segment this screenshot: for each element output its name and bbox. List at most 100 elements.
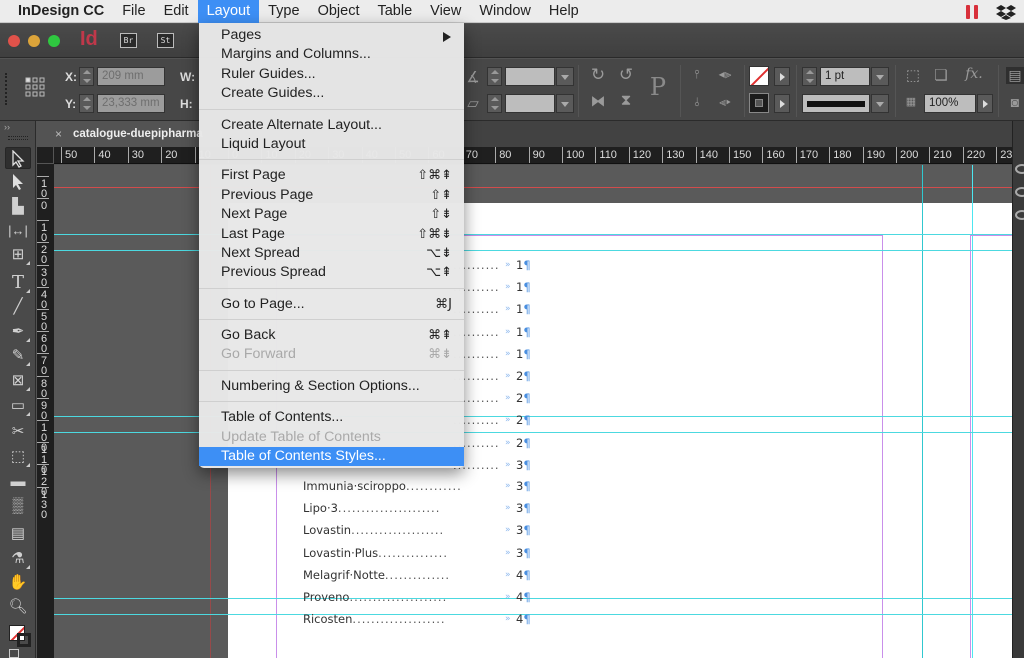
shear-dropdown[interactable]	[556, 94, 574, 113]
menu-item-previous-page[interactable]: Previous Page ⇧⇞	[199, 186, 464, 205]
opacity-field[interactable]: 100%	[924, 94, 976, 113]
stroke-type-dropdown[interactable]	[871, 94, 889, 113]
text-wrap-icon[interactable]: ◙	[1006, 94, 1024, 110]
rotate-field[interactable]	[505, 67, 555, 86]
ruler-origin[interactable]	[37, 147, 54, 164]
rotate-stepper[interactable]	[487, 67, 502, 86]
rotate-cw-icon[interactable]: ↻	[588, 65, 608, 85]
menu-item-create-guides[interactable]: Create Guides...	[199, 84, 464, 103]
menu-item-table-of-contents-styles[interactable]: Table of Contents Styles...	[199, 447, 464, 467]
gradient-swatch-tool-icon[interactable]: ▬	[5, 471, 31, 493]
select-content-icon[interactable]: ⫰	[688, 95, 706, 110]
toc-entry[interactable]: Lovastin....................» 3¶	[303, 523, 543, 541]
menu-item-pages[interactable]: Pages	[199, 26, 464, 45]
stroke-swatch-menu[interactable]	[774, 94, 790, 113]
free-transform-tool-icon[interactable]: ⬚	[5, 446, 31, 468]
y-stepper[interactable]	[79, 94, 94, 113]
menu-item-numbering-section-options[interactable]: Numbering & Section Options...	[199, 377, 464, 396]
fill-swatch-menu[interactable]	[774, 67, 790, 86]
default-colors-icon[interactable]	[9, 649, 19, 658]
fill-none-swatch[interactable]	[749, 66, 769, 86]
menu-item-liquid-layout[interactable]: Liquid Layout	[199, 135, 464, 154]
menu-item-next-spread[interactable]: Next Spread ⌥⇟	[199, 244, 464, 263]
panel-grip[interactable]	[5, 73, 7, 105]
toc-entry[interactable]: Lipo·3......................» 3¶	[303, 501, 543, 519]
content-collector-icon[interactable]: ⊞	[5, 244, 31, 266]
visibility-eye-icon[interactable]	[1015, 164, 1024, 174]
vertical-guide[interactable]	[972, 165, 973, 658]
menu-help[interactable]: Help	[540, 0, 588, 23]
minimize-window-button[interactable]	[28, 35, 40, 47]
menu-item-last-page[interactable]: Last Page ⇧⌘⇟	[199, 225, 464, 244]
menu-item-go-to-page[interactable]: Go to Page... ⌘J	[199, 295, 464, 314]
gap-tool-icon[interactable]: |↔|	[5, 220, 31, 242]
menu-item-table-of-contents[interactable]: Table of Contents...	[199, 408, 464, 427]
select-container-icon[interactable]: ⫯	[688, 67, 706, 82]
eyedropper-tool-icon[interactable]: ⚗	[5, 548, 31, 570]
menu-view[interactable]: View	[421, 0, 470, 23]
menu-item-ruler-guides[interactable]: Ruler Guides...	[199, 65, 464, 84]
flip-horizontal-icon[interactable]: ⧓	[588, 92, 608, 110]
horizontal-guide[interactable]	[54, 432, 1012, 433]
drop-shadow-frame-icon[interactable]: ⬚	[904, 66, 922, 84]
stroke-weight-dropdown[interactable]	[871, 67, 889, 86]
zoom-window-button[interactable]	[48, 35, 60, 47]
page-tool-icon[interactable]: ▙	[5, 196, 31, 218]
shear-field[interactable]	[505, 94, 555, 113]
menu-item-next-page[interactable]: Next Page ⇧⇟	[199, 205, 464, 224]
hand-tool-icon[interactable]: ✋	[5, 572, 31, 594]
scissors-tool-icon[interactable]: ✂	[5, 421, 31, 443]
vertical-guide[interactable]	[922, 165, 923, 658]
close-window-button[interactable]	[8, 35, 20, 47]
reference-point-icon[interactable]	[25, 77, 45, 102]
direct-selection-tool-icon[interactable]	[5, 171, 31, 193]
selection-tool-icon[interactable]	[5, 147, 31, 169]
stroke-indicator[interactable]	[17, 633, 31, 647]
menu-edit[interactable]: Edit	[155, 0, 198, 23]
shear-stepper[interactable]	[487, 94, 502, 113]
shadow-icon[interactable]: ❏	[932, 66, 950, 84]
stock-button[interactable]: St	[157, 33, 174, 48]
stroke-weight-field[interactable]: 1 pt	[820, 67, 870, 86]
zoom-tool-icon[interactable]: 🔍︎	[5, 596, 31, 618]
visibility-eye-icon[interactable]	[1015, 187, 1024, 197]
y-field[interactable]: 23,333 mm	[97, 94, 165, 113]
toc-entry[interactable]: Proveno.....................» 4¶	[303, 590, 543, 608]
toc-entry[interactable]: Immunia·sciroppo............» 3¶	[303, 479, 543, 497]
pen-tool-icon[interactable]: ✒	[5, 321, 31, 343]
horizontal-ruler[interactable]: 5040302010010203040506070809010011012013…	[37, 147, 1012, 164]
menu-item-create-alternate-layout[interactable]: Create Alternate Layout...	[199, 116, 464, 135]
toc-entry[interactable]: Lovastin·Plus...............» 3¶	[303, 546, 543, 564]
menu-item-go-back[interactable]: Go Back ⌘⇞	[199, 326, 464, 345]
dropbox-icon[interactable]	[996, 4, 1016, 20]
rotate-dropdown[interactable]	[556, 67, 574, 86]
rectangle-tool-icon[interactable]: ▭	[5, 395, 31, 417]
menu-item-margins-and-columns[interactable]: Margins and Columns...	[199, 45, 464, 64]
visibility-eye-icon[interactable]	[1015, 210, 1024, 220]
type-tool-icon[interactable]: T	[5, 272, 31, 294]
menu-item-previous-spread[interactable]: Previous Spread ⌥⇞	[199, 263, 464, 282]
frame-fitting-icon[interactable]: ▤	[1006, 67, 1024, 84]
line-tool-icon[interactable]: ╱	[5, 296, 31, 318]
toc-entry[interactable]: Melagrif·Notte..............» 4¶	[303, 568, 543, 586]
opacity-menu[interactable]	[977, 94, 993, 113]
fx-icon[interactable]: fx.	[962, 66, 986, 82]
gradient-feather-tool-icon[interactable]: ▒	[5, 495, 31, 517]
close-tab-icon[interactable]: ×	[55, 121, 62, 147]
menu-window[interactable]: Window	[470, 0, 540, 23]
bridge-button[interactable]: Br	[120, 33, 137, 48]
select-previous-icon[interactable]: ◂⫸	[713, 67, 737, 82]
menu-layout[interactable]: Layout	[197, 0, 260, 23]
document-tab[interactable]: × catalogue-duepipharma	[37, 121, 207, 147]
stroke-weight-stepper[interactable]	[802, 67, 817, 86]
collapse-panel-icon[interactable]: ››	[4, 122, 10, 132]
pause-icon[interactable]	[966, 4, 978, 19]
pencil-tool-icon[interactable]: ✎	[5, 345, 31, 367]
menu-object[interactable]: Object	[309, 0, 369, 23]
menu-type[interactable]: Type	[259, 0, 308, 23]
menu-item-first-page[interactable]: First Page ⇧⌘⇞	[199, 166, 464, 185]
rotate-ccw-icon[interactable]: ↺	[616, 65, 636, 85]
toc-entry[interactable]: Ricosten....................» 4¶	[303, 612, 543, 630]
horizontal-guide[interactable]	[54, 234, 1012, 235]
select-next-icon[interactable]: ⫷▸	[713, 95, 737, 110]
